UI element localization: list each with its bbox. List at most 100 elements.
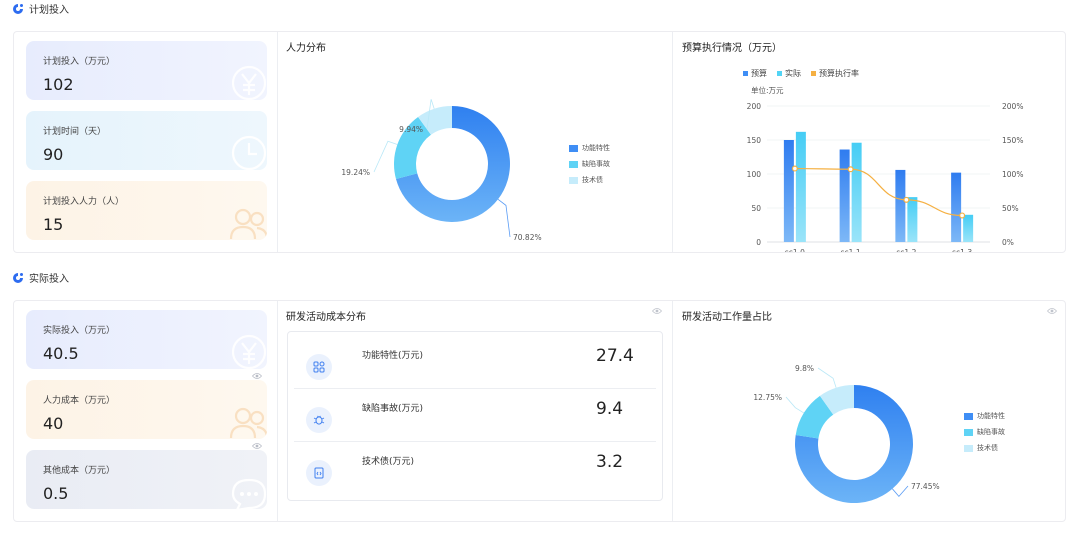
cost-dist-title: 研发活动成本分布	[286, 312, 366, 323]
y2-tick-label: 200%	[1002, 102, 1023, 111]
section-title-planned: 计划投入	[12, 1, 69, 16]
stat-card-value: 90	[43, 145, 64, 164]
legend-item[interactable]: 功能特性	[964, 411, 1005, 421]
legend-swatch	[964, 412, 973, 420]
bar-actual[interactable]	[795, 131, 806, 242]
rate-point[interactable]	[903, 196, 910, 203]
stat-card-value: 102	[43, 75, 74, 94]
actual-panel: 实际投入（万元） 40.5 人力成本（万元） 40 其他成本（万元） 0.5 研发活动成本…	[13, 300, 1066, 522]
bar-actual[interactable]	[851, 142, 862, 242]
stat-card-label: 实际投入（万元）	[43, 326, 116, 336]
legend-label[interactable]: 实际	[785, 68, 801, 78]
eye-icon[interactable]	[1047, 307, 1057, 315]
bar-budget[interactable]	[951, 172, 962, 242]
pie-label-line	[817, 367, 837, 388]
legend-label: 缺陷事故	[977, 428, 1005, 436]
legend-label: 技术债	[977, 444, 998, 452]
app-logo-icon	[13, 3, 23, 14]
stat-card: 人力成本（万元） 40	[26, 380, 267, 439]
rate-point[interactable]	[959, 212, 966, 219]
stat-card: 实际投入（万元） 40.5	[26, 310, 267, 369]
list-item: 技术债(万元) 3.2	[294, 442, 656, 495]
stat-card: 计划投入（万元） 102	[26, 41, 267, 100]
bug-icon	[306, 407, 332, 433]
people-icon	[227, 400, 267, 439]
legend-item[interactable]: 技术债	[569, 175, 603, 185]
chat-icon	[227, 470, 267, 509]
legend-label: 缺陷事故	[582, 160, 610, 168]
yen-icon	[227, 61, 267, 100]
feature-grid-icon	[306, 354, 332, 380]
legend-swatch	[569, 144, 578, 152]
budget-bar-chart: 预算 实际 预算执行率单位:万元 0 0% 50 50% 100 100% 150 150% 200 2…	[743, 68, 1023, 252]
stat-card-label: 人力成本（万元）	[43, 396, 116, 406]
legend-label[interactable]: 预算	[751, 68, 767, 78]
pie-label: 9.94%	[399, 125, 423, 134]
stat-card-label: 计划投入人力（人）	[43, 197, 125, 207]
legend-item[interactable]: 缺陷事故	[569, 159, 610, 169]
x-tick-label: sc1.1	[841, 248, 861, 252]
y2-tick-label: 150%	[1002, 136, 1023, 145]
legend-item[interactable]: 功能特性	[569, 143, 610, 153]
section-title-text: 计划投入	[29, 5, 69, 16]
bar-actual[interactable]	[963, 214, 974, 242]
pie-label-line	[892, 485, 909, 498]
stat-card-label: 其他成本（万元）	[43, 466, 116, 476]
people-icon	[227, 201, 267, 240]
y-tick-label: 100	[747, 170, 762, 179]
rate-point[interactable]	[791, 165, 798, 172]
y2-tick-label: 100%	[1002, 170, 1023, 179]
stat-card-value: 40	[43, 414, 64, 433]
bar-budget[interactable]	[895, 169, 906, 242]
budget-chart-title: 预算执行情况（万元）	[682, 43, 782, 54]
yen-icon	[227, 330, 267, 369]
workload-chart-title: 研发活动工作量占比	[682, 312, 772, 323]
eye-icon[interactable]	[652, 307, 662, 315]
code-file-icon	[306, 460, 332, 486]
cost-distribution-list: 功能特性(万元) 27.4 缺陷事故(万元) 9.4 技术债(万元) 3.2	[287, 331, 663, 501]
x-tick-label: sc1.3	[952, 248, 972, 252]
x-tick-label: sc1.0	[785, 248, 805, 252]
legend-swatch	[777, 71, 782, 76]
legend-swatch	[569, 176, 578, 184]
bar-budget[interactable]	[839, 149, 850, 242]
legend-swatch	[743, 71, 748, 76]
pie-label-line	[497, 198, 511, 238]
pie-label: 77.45%	[911, 482, 940, 491]
legend-label: 功能特性	[582, 144, 610, 152]
legend-label[interactable]: 预算执行率	[819, 68, 859, 78]
eye-icon[interactable]	[252, 442, 262, 450]
bar-budget[interactable]	[783, 140, 794, 242]
bar-actual[interactable]	[907, 197, 918, 242]
clock-icon	[227, 131, 267, 170]
legend-item[interactable]: 缺陷事故	[964, 427, 1005, 437]
stat-card-value: 0.5	[43, 484, 69, 503]
legend-item[interactable]: 技术债	[964, 443, 998, 453]
legend-swatch	[964, 428, 973, 436]
legend-label: 功能特性	[977, 412, 1005, 420]
eye-icon[interactable]	[252, 372, 262, 380]
cost-item-name: 技术债(万元)	[362, 457, 415, 467]
legend-swatch	[569, 160, 578, 168]
x-tick-label: sc1.2	[896, 248, 916, 252]
y-tick-label: 200	[747, 102, 762, 111]
section-title-actual: 实际投入	[12, 270, 69, 285]
list-item: 功能特性(万元) 27.4	[294, 336, 656, 389]
legend-swatch	[811, 71, 816, 76]
section-title-text: 实际投入	[29, 274, 69, 285]
stat-card: 计划投入人力（人） 15	[26, 181, 267, 240]
cost-item-name: 缺陷事故(万元)	[362, 404, 424, 414]
y-tick-label: 50	[751, 204, 761, 213]
manpower-donut-chart: 70.82% 19.24% 9.94%	[341, 99, 542, 242]
stat-card-value: 15	[43, 215, 64, 234]
y-tick-label: 150	[747, 136, 762, 145]
cost-item-name: 功能特性(万元)	[362, 351, 424, 361]
stat-card-value: 40.5	[43, 344, 79, 363]
list-item: 缺陷事故(万元) 9.4	[294, 389, 656, 442]
y2-tick-label: 50%	[1002, 204, 1019, 213]
rate-point[interactable]	[847, 166, 854, 173]
pie-label: 19.24%	[341, 168, 370, 177]
app-logo-icon	[13, 272, 23, 283]
pie-label: 12.75%	[753, 393, 782, 402]
planned-panel: 计划投入（万元） 102 计划时间（天） 90 计划投入人力（人） 15 人力分布 70.…	[13, 31, 1066, 253]
